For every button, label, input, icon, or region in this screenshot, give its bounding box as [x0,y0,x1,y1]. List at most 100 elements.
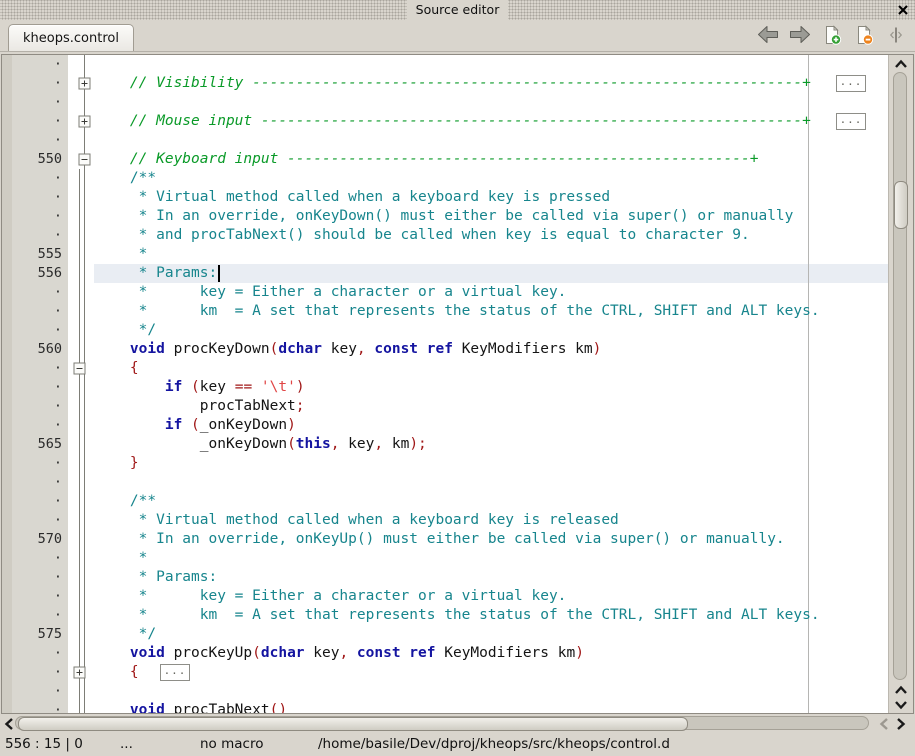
line-number[interactable]: · [12,112,68,131]
code-text[interactable]: */ [94,625,888,644]
line-number[interactable]: · [12,473,68,492]
line-number[interactable]: · [12,55,68,74]
marker-margin[interactable] [2,701,12,713]
marker-margin[interactable] [2,226,12,245]
code-text[interactable]: _onKeyDown(this, key, km); [94,435,888,454]
code-text[interactable]: * In an override, onKeyUp() must either … [94,530,888,549]
code-text[interactable]: * key = Either a character or a virtual … [94,283,888,302]
code-text[interactable]: if (key == '\t') [94,378,888,397]
marker-margin[interactable] [2,549,12,568]
line-number[interactable]: · [12,131,68,150]
horizontal-scrollbar[interactable] [0,714,915,733]
code-text[interactable]: void procKeyUp(dchar key, const ref KeyM… [94,644,888,663]
titlebar[interactable]: Source editor [0,0,915,20]
code-text[interactable]: } [94,454,888,473]
line-number[interactable]: 570 [12,530,68,549]
folded-code-box[interactable]: ... [160,664,190,681]
marker-margin[interactable] [2,644,12,663]
marker-margin[interactable] [2,530,12,549]
line-number[interactable]: · [12,188,68,207]
code-text[interactable]: { [94,359,888,378]
code-text[interactable]: void procKeyDown(dchar key, const ref Ke… [94,340,888,359]
code-text[interactable]: */ [94,321,888,340]
line-number[interactable]: · [12,93,68,112]
line-number[interactable]: · [12,226,68,245]
line-number[interactable]: · [12,416,68,435]
marker-margin[interactable] [2,492,12,511]
fold-toggle[interactable] [68,112,94,131]
scroll-down-button[interactable] [889,697,913,712]
marker-margin[interactable] [2,112,12,131]
code-text[interactable]: procTabNext; [94,397,888,416]
line-number[interactable]: 560 [12,340,68,359]
code-text[interactable]: /** [94,169,888,188]
marker-margin[interactable] [2,663,12,682]
code-text[interactable] [94,55,888,74]
code-text[interactable] [94,93,888,112]
line-number[interactable]: · [12,701,68,713]
code-text[interactable]: * [94,245,888,264]
marker-margin[interactable] [2,511,12,530]
code-text[interactable]: // Keyboard input ----------------------… [94,150,888,169]
code-text[interactable]: if (_onKeyDown) [94,416,888,435]
marker-margin[interactable] [2,93,12,112]
marker-margin[interactable] [2,378,12,397]
code-text[interactable]: * [94,549,888,568]
line-number[interactable]: 556 [12,264,68,283]
code-text[interactable]: * Params: [94,568,888,587]
line-number[interactable]: · [12,321,68,340]
line-number[interactable]: · [12,644,68,663]
line-number[interactable]: · [12,587,68,606]
code-text[interactable]: // Visibility --------------------------… [94,74,888,93]
vertical-scrollbar[interactable] [888,55,913,713]
code-text[interactable]: {... [94,663,888,682]
scroll-left-button-2[interactable] [876,715,891,732]
code-text[interactable]: * In an override, onKeyDown() must eithe… [94,207,888,226]
line-number[interactable]: · [12,492,68,511]
line-number[interactable]: · [12,359,68,378]
marker-margin[interactable] [2,568,12,587]
marker-margin[interactable] [2,682,12,701]
horizontal-scroll-track[interactable] [15,716,869,730]
fold-toggle[interactable] [68,663,94,682]
close-window-button[interactable] [895,3,910,18]
marker-margin[interactable] [2,625,12,644]
code-text[interactable]: // Mouse input -------------------------… [94,112,888,131]
marker-margin[interactable] [2,169,12,188]
marker-margin[interactable] [2,340,12,359]
scroll-up-button[interactable] [889,56,913,71]
fold-toggle[interactable] [68,150,94,169]
marker-margin[interactable] [2,302,12,321]
scroll-left-button[interactable] [1,715,16,732]
vertical-scroll-track[interactable] [893,72,907,680]
line-number[interactable]: · [12,663,68,682]
split-view-button[interactable] [884,25,907,48]
line-number[interactable]: · [12,397,68,416]
marker-margin[interactable] [2,131,12,150]
line-number[interactable]: 550 [12,150,68,169]
marker-margin[interactable] [2,283,12,302]
horizontal-scroll-thumb[interactable] [18,717,688,731]
line-number[interactable]: · [12,511,68,530]
line-number[interactable]: · [12,207,68,226]
line-number[interactable]: · [12,549,68,568]
marker-margin[interactable] [2,188,12,207]
marker-margin[interactable] [2,150,12,169]
code-area[interactable]: ·· // Visibility -----------------------… [2,55,888,713]
line-number[interactable]: 565 [12,435,68,454]
vertical-scroll-thumb[interactable] [894,181,908,229]
new-document-button[interactable] [820,25,843,48]
code-text[interactable]: * Params: [94,264,888,283]
tab-kheops-control[interactable]: kheops.control [8,24,134,51]
marker-margin[interactable] [2,473,12,492]
marker-margin[interactable] [2,359,12,378]
marker-margin[interactable] [2,587,12,606]
folded-code-box[interactable]: ... [836,113,866,130]
code-text[interactable] [94,131,888,150]
marker-margin[interactable] [2,74,12,93]
line-number[interactable]: · [12,568,68,587]
marker-margin[interactable] [2,245,12,264]
code-text[interactable]: * Virtual method called when a keyboard … [94,511,888,530]
line-number[interactable]: · [12,378,68,397]
marker-margin[interactable] [2,454,12,473]
